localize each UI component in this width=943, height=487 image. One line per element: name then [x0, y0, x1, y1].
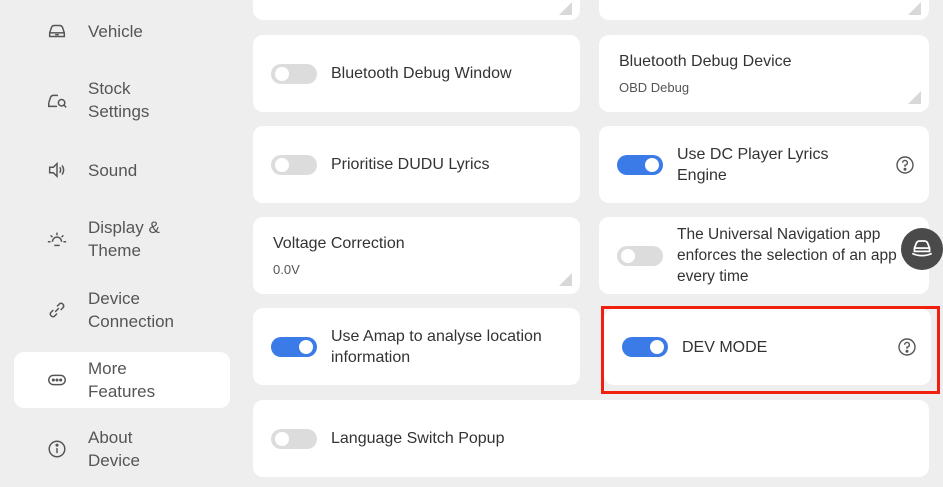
setting-title: Voltage Correction — [273, 235, 405, 252]
dc-player-lyrics-toggle[interactable] — [617, 154, 663, 175]
settings-card-partial-right — [599, 0, 929, 20]
floating-assist-button[interactable] — [901, 228, 943, 270]
corner-marker — [559, 273, 572, 286]
universal-navigation-card: The Universal Navigation app enforces th… — [599, 217, 929, 294]
prioritise-dudu-lyrics-toggle[interactable] — [271, 154, 317, 175]
sidebar-item-vehicle[interactable]: Vehicle — [14, 3, 230, 59]
toggle-knob — [275, 431, 289, 446]
setting-value: 0.0V — [273, 262, 300, 277]
setting-value: OBD Debug — [619, 80, 690, 95]
setting-label: Use DC Player Lyrics Engine — [677, 145, 829, 184]
bluetooth-debug-window-card: Bluetooth Debug Window — [253, 35, 580, 112]
sidebar-item-label: Vehicle — [88, 21, 143, 41]
highlight-box — [601, 306, 940, 394]
amap-location-card: Use Amap to analyse location information — [253, 308, 580, 385]
universal-navigation-toggle[interactable] — [617, 245, 663, 266]
car-icon — [46, 20, 68, 42]
sidebar: Vehicle Stock Settings Sound Display & T… — [0, 0, 240, 487]
toggle-knob — [645, 157, 659, 172]
sun-icon — [46, 228, 68, 250]
corner-marker — [908, 2, 921, 15]
link-icon — [46, 299, 68, 321]
sidebar-item-device-connection[interactable]: Device Connection — [14, 282, 230, 338]
bluetooth-debug-device-card[interactable]: Bluetooth Debug Device OBD Debug — [599, 35, 929, 112]
sidebar-item-label: Display & Theme — [88, 218, 160, 260]
sidebar-item-display-theme[interactable]: Display & Theme — [14, 211, 230, 267]
stock-settings-icon — [46, 89, 68, 111]
toggle-knob — [275, 157, 289, 172]
setting-label: Prioritise DUDU Lyrics — [331, 156, 490, 173]
sidebar-item-sound[interactable]: Sound — [14, 142, 230, 198]
toggle-knob — [275, 66, 289, 81]
amap-location-toggle[interactable] — [271, 336, 317, 357]
settings-card-partial-left — [253, 0, 580, 20]
setting-title: Bluetooth Debug Device — [619, 53, 792, 70]
help-icon[interactable] — [895, 155, 915, 175]
info-icon — [46, 438, 68, 460]
setting-label: Language Switch Popup — [331, 430, 505, 447]
sidebar-item-label: Device Connection — [88, 289, 175, 331]
language-switch-popup-toggle[interactable] — [271, 428, 317, 449]
prioritise-dudu-lyrics-card: Prioritise DUDU Lyrics — [253, 126, 580, 203]
dc-player-lyrics-card: Use DC Player Lyrics Engine — [599, 126, 929, 203]
corner-marker — [559, 2, 572, 15]
toggle-knob — [621, 248, 635, 263]
sidebar-item-about-device[interactable]: About Device — [14, 421, 230, 477]
sidebar-item-label: Sound — [88, 160, 138, 180]
setting-label: Bluetooth Debug Window — [331, 65, 512, 82]
more-icon — [46, 369, 68, 391]
sidebar-item-stock-settings[interactable]: Stock Settings — [14, 72, 230, 128]
sidebar-item-more-features[interactable]: More Features — [14, 352, 230, 408]
sidebar-item-label: Stock Settings — [88, 79, 150, 121]
setting-label: Use Amap to analyse location information — [331, 327, 542, 366]
speaker-icon — [46, 159, 68, 181]
corner-marker — [908, 91, 921, 104]
setting-label: The Universal Navigation app enforces th… — [677, 226, 897, 285]
car-icon — [909, 234, 935, 265]
language-switch-popup-card: Language Switch Popup — [253, 400, 929, 477]
sidebar-item-label: About Device — [88, 428, 140, 470]
sidebar-item-label: More Features — [88, 359, 156, 401]
toggle-knob — [299, 339, 313, 354]
voltage-correction-card[interactable]: Voltage Correction 0.0V — [253, 217, 580, 294]
bluetooth-debug-window-toggle[interactable] — [271, 63, 317, 84]
